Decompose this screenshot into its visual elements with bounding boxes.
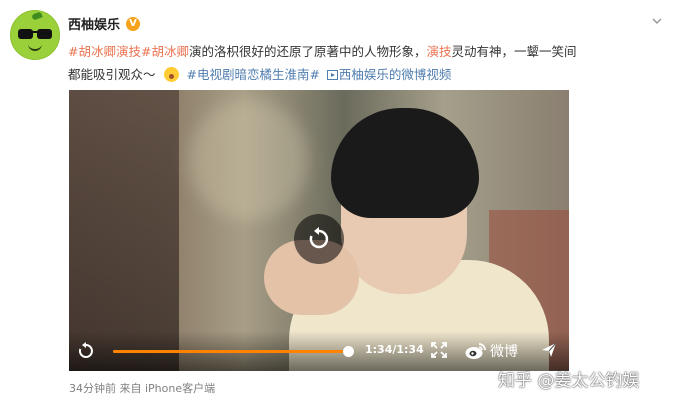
video-frame-shape	[69, 90, 179, 371]
replay-button[interactable]	[294, 214, 344, 264]
verified-badge-icon: V	[126, 16, 141, 31]
progress-bar[interactable]	[113, 346, 354, 357]
watermark: 知乎 @姜太公钓娱	[498, 371, 640, 391]
post-text-segment: 灵动有神，一颦一笑间	[451, 44, 577, 59]
weibo-label: 微博	[490, 344, 518, 360]
replay-icon[interactable]	[77, 342, 95, 360]
video-link[interactable]: 西柚娱乐的微博视频	[324, 67, 452, 82]
post-text-segment: 都能吸引观众～	[68, 67, 156, 82]
author-name[interactable]: 西柚娱乐	[68, 14, 120, 33]
video-frame-shape	[189, 100, 309, 220]
surprised-emoji-icon	[163, 67, 179, 82]
video-controls: 1:34/1:34 微博	[69, 331, 569, 371]
weibo-logo-icon	[465, 343, 486, 359]
video-frame-shape	[331, 108, 479, 218]
fullscreen-icon[interactable]	[431, 342, 447, 358]
time-display: 1:34/1:34	[365, 343, 424, 356]
weibo-logo-button[interactable]: 微博	[465, 340, 518, 362]
post-header: 西柚娱乐 V	[68, 14, 141, 33]
progress-fill	[113, 350, 348, 353]
hashtag-link[interactable]: #胡冰卿演技#	[68, 44, 151, 59]
chevron-down-icon[interactable]	[652, 16, 662, 26]
post-text-segment: 演的洛枳很好的还原了原著中的人物形象，	[188, 44, 427, 59]
mention-link[interactable]: 胡冰卿	[151, 44, 189, 59]
video-player[interactable]: 1:34/1:34 微博	[69, 90, 569, 371]
post-source: 来自 iPhone客户端	[119, 382, 216, 395]
share-icon[interactable]	[541, 342, 557, 358]
leaf-icon	[31, 11, 43, 21]
sunglasses-icon	[18, 29, 52, 39]
topic-link[interactable]: #电视剧暗恋橘生淮南#	[186, 67, 319, 82]
mouth	[28, 44, 42, 51]
video-link-icon	[326, 70, 338, 80]
replay-icon	[309, 227, 329, 249]
avatar[interactable]	[10, 10, 60, 60]
post-text: #胡冰卿演技#胡冰卿演的洛枳很好的还原了原著中的人物形象，演技灵动有神，一颦一笑…	[68, 40, 668, 86]
progress-knob[interactable]	[343, 346, 354, 357]
keyword-link[interactable]: 演技	[426, 44, 451, 59]
video-link-label: 西柚娱乐的微博视频	[338, 67, 452, 82]
post-time[interactable]: 34分钟前	[69, 382, 116, 395]
post-footer: 34分钟前 来自 iPhone客户端	[69, 380, 215, 396]
